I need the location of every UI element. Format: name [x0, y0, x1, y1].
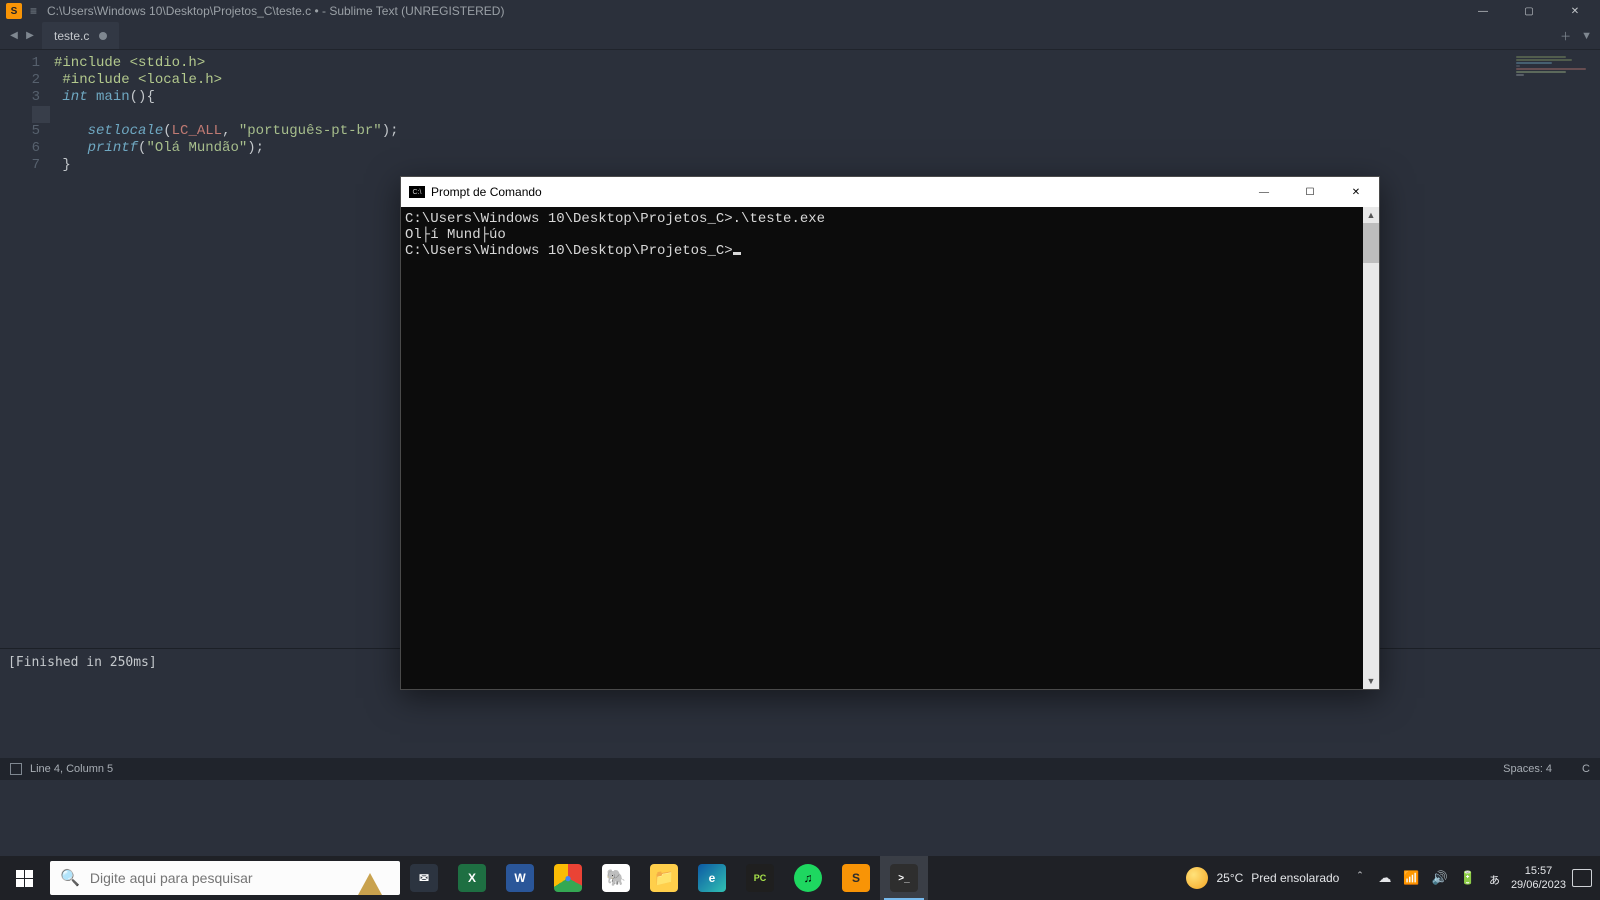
weather-temp: 25°C: [1216, 871, 1243, 885]
taskbar-app-excel[interactable]: X: [448, 856, 496, 900]
taskbar-app-pycharm[interactable]: PC: [736, 856, 784, 900]
sublime-logo-icon: S: [6, 3, 22, 19]
dirty-indicator-icon: [99, 32, 107, 40]
taskbar-weather[interactable]: 25°C Pred ensolarado: [1186, 867, 1339, 889]
taskbar-app-chrome[interactable]: ●: [544, 856, 592, 900]
cmd-maximize-button[interactable]: ☐: [1287, 177, 1333, 207]
cmd-close-button[interactable]: ✕: [1333, 177, 1379, 207]
clock-time: 15:57: [1511, 864, 1566, 878]
tab-teste-c[interactable]: teste.c: [42, 22, 119, 49]
tab-dropdown-icon[interactable]: ▼: [1581, 30, 1592, 42]
line-number: 3: [0, 89, 40, 106]
start-button[interactable]: [0, 856, 48, 900]
panel-switcher-icon[interactable]: [10, 763, 22, 775]
window-title: C:\Users\Windows 10\Desktop\Projetos_C\t…: [47, 4, 504, 18]
weather-sun-icon: [1186, 867, 1208, 889]
code-content[interactable]: #include <stdio.h> #include <locale.h> i…: [50, 50, 399, 648]
tab-bar: ◀ ▶ teste.c ＋ ▼: [0, 22, 1600, 50]
windows-logo-icon: [16, 870, 33, 887]
taskbar-app-edge[interactable]: e: [688, 856, 736, 900]
tray-battery-icon[interactable]: 🔋: [1460, 870, 1476, 886]
system-tray: ＾ ☁ 📶 🔊 🔋 ぁ: [1353, 869, 1501, 888]
close-button[interactable]: ✕: [1552, 0, 1598, 22]
line-gutter: 1 2 3 4 5 6 7: [0, 50, 50, 648]
minimize-button[interactable]: —: [1460, 0, 1506, 22]
status-bar: Line 4, Column 5 Spaces: 4 C: [0, 758, 1600, 780]
search-decoration-icon: [340, 861, 400, 895]
cmd-terminal[interactable]: C:\Users\Windows 10\Desktop\Projetos_C>.…: [401, 207, 1363, 689]
tray-language-icon[interactable]: ぁ: [1488, 869, 1501, 888]
scroll-thumb[interactable]: [1363, 223, 1379, 263]
search-icon: 🔍: [60, 868, 80, 888]
new-tab-icon[interactable]: ＋: [1560, 28, 1571, 44]
line-number: 5: [0, 123, 40, 140]
clock-date: 29/06/2023: [1511, 878, 1566, 892]
scroll-up-icon[interactable]: ▲: [1363, 207, 1379, 223]
cursor-icon: [733, 252, 741, 255]
taskbar-app-file-explorer[interactable]: 📁: [640, 856, 688, 900]
weather-text: Pred ensolarado: [1251, 871, 1339, 885]
nav-forward-icon[interactable]: ▶: [22, 22, 38, 49]
sublime-titlebar[interactable]: S ≡ C:\Users\Windows 10\Desktop\Projetos…: [0, 0, 1600, 22]
maximize-button[interactable]: ▢: [1506, 0, 1552, 22]
cmd-window[interactable]: C:\ Prompt de Comando — ☐ ✕ C:\Users\Win…: [400, 176, 1380, 690]
build-output-text: [Finished in 250ms]: [8, 655, 157, 670]
taskbar-app-sublime[interactable]: S: [832, 856, 880, 900]
taskbar-app-cmd[interactable]: >_: [880, 856, 928, 900]
tray-volume-icon[interactable]: 🔊: [1432, 870, 1448, 886]
scroll-down-icon[interactable]: ▼: [1363, 673, 1379, 689]
taskbar-search[interactable]: 🔍: [50, 861, 400, 895]
tab-label: teste.c: [54, 29, 89, 43]
line-number: 2: [0, 72, 40, 89]
taskbar-apps: ✉ X W ● 🐘 📁 e PC ♫ S >_: [400, 856, 928, 900]
taskbar-app-mail[interactable]: ✉: [400, 856, 448, 900]
nav-back-icon[interactable]: ◀: [6, 22, 22, 49]
hamburger-icon[interactable]: ≡: [30, 4, 37, 18]
cmd-titlebar[interactable]: C:\ Prompt de Comando — ☐ ✕: [401, 177, 1379, 207]
cmd-scrollbar[interactable]: ▲ ▼: [1363, 207, 1379, 689]
indent-setting[interactable]: Spaces: 4: [1503, 763, 1552, 775]
taskbar-app-word[interactable]: W: [496, 856, 544, 900]
taskbar-clock[interactable]: 15:57 29/06/2023: [1511, 864, 1566, 892]
search-input[interactable]: [90, 870, 340, 886]
taskbar-app-spotify[interactable]: ♫: [784, 856, 832, 900]
cmd-title: Prompt de Comando: [431, 185, 542, 199]
line-number: 6: [0, 140, 40, 157]
cmd-icon: C:\: [409, 186, 425, 198]
cursor-position[interactable]: Line 4, Column 5: [30, 763, 113, 775]
windows-taskbar: 🔍 ✉ X W ● 🐘 📁 e PC ♫ S >_ 25°C Pred enso…: [0, 856, 1600, 900]
line-number: 7: [0, 157, 40, 174]
cmd-minimize-button[interactable]: —: [1241, 177, 1287, 207]
minimap[interactable]: [1516, 56, 1596, 76]
tray-onedrive-icon[interactable]: ☁: [1378, 870, 1391, 886]
taskbar-app-evernote[interactable]: 🐘: [592, 856, 640, 900]
syntax-setting[interactable]: C: [1582, 763, 1590, 775]
tray-chevron-icon[interactable]: ＾: [1353, 869, 1366, 888]
tray-wifi-icon[interactable]: 📶: [1403, 870, 1419, 886]
line-number: 1: [0, 55, 40, 72]
notification-center-icon[interactable]: [1572, 869, 1592, 887]
